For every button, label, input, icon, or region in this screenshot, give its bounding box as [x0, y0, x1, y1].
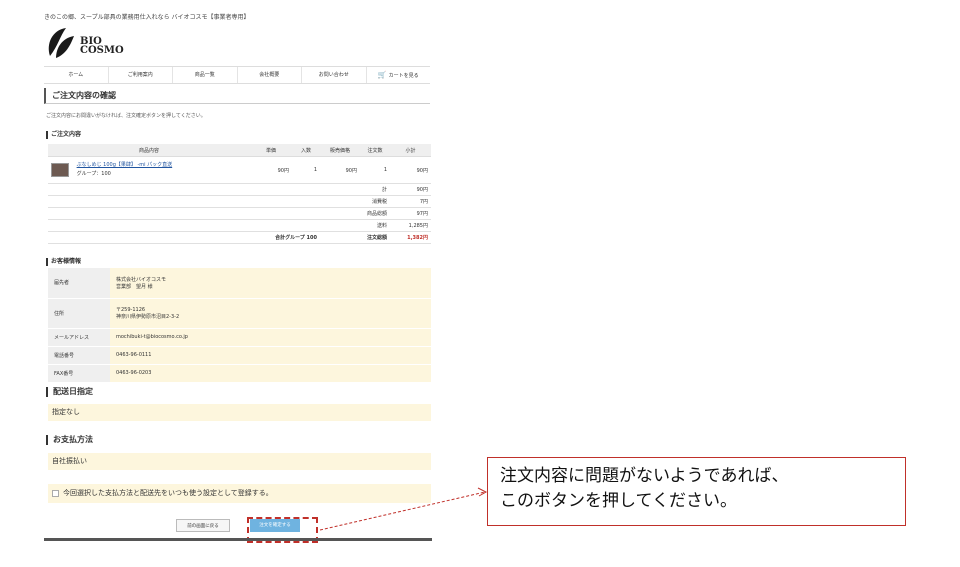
instruction-callout: 注文内容に問題がないようであれば、 このボタンを押してください。	[487, 457, 906, 526]
